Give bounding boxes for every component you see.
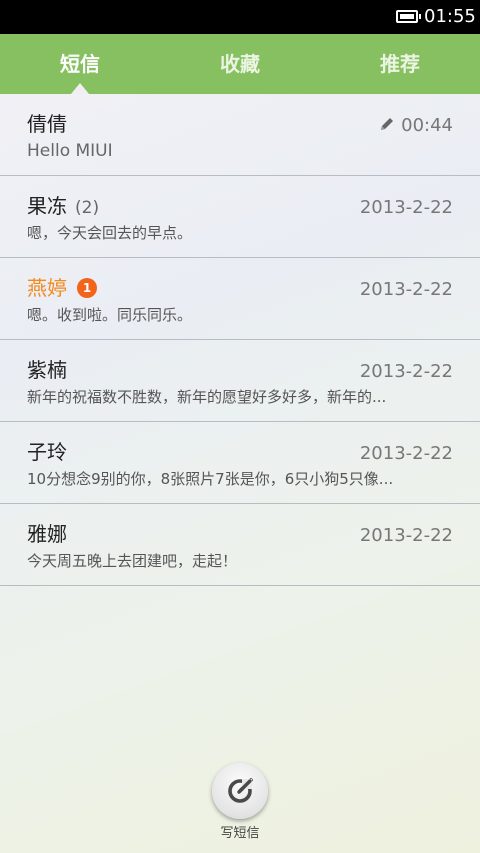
message-date: 2013-2-22: [359, 279, 453, 300]
unread-badge: 1: [77, 278, 97, 298]
compose-icon: [228, 778, 253, 803]
status-clock: 01:55: [424, 6, 476, 27]
contact-name: 雅娜: [27, 522, 67, 546]
message-date: 2013-2-22: [359, 197, 453, 218]
message-date: 00:44: [379, 114, 453, 138]
message-preview: 今天周五晚上去团建吧，走起！: [27, 552, 238, 570]
message-list: 倩倩 00:44 Hello MIUI 果冻 (2) 2013-2-22 嗯，今天…: [0, 94, 480, 586]
message-preview: 新年的祝福数不胜数，新年的愿望好多好多，新年的...: [27, 388, 387, 406]
message-row[interactable]: 果冻 (2) 2013-2-22 嗯，今天会回去的早点。: [0, 176, 480, 258]
message-row[interactable]: 燕婷 1 2013-2-22 嗯。收到啦。同乐同乐。: [0, 258, 480, 340]
battery-icon: [396, 10, 421, 23]
thread-count: (2): [75, 198, 100, 218]
message-preview: 嗯。收到啦。同乐同乐。: [27, 306, 193, 324]
message-date: 2013-2-22: [359, 443, 453, 464]
message-date: 2013-2-22: [359, 361, 453, 382]
contact-name: 燕婷 1: [27, 275, 97, 301]
compose-label: 写短信: [220, 826, 260, 841]
tab-favorites[interactable]: 收藏: [160, 34, 320, 94]
compose-button[interactable]: [212, 763, 268, 819]
contact-name: 果冻 (2): [27, 194, 100, 218]
message-row[interactable]: 雅娜 2013-2-22 今天周五晚上去团建吧，走起！: [0, 504, 480, 586]
message-preview: 嗯，今天会回去的早点。: [27, 224, 193, 242]
message-date: 2013-2-22: [359, 525, 453, 546]
contact-name: 子玲: [27, 440, 67, 464]
message-row[interactable]: 子玲 2013-2-22 10分想念9别的你，8张照片7张是你，6只小狗5只像.…: [0, 422, 480, 504]
message-preview: 10分想念9别的你，8张照片7张是你，6只小狗5只像...: [27, 470, 394, 488]
sms-app-screen: 01:55 短信 收藏 推荐 倩倩 00:44 Hello MIUI 果冻 (2)…: [0, 0, 480, 853]
active-tab-indicator: [71, 83, 89, 94]
contact-name: 紫楠: [27, 358, 67, 382]
pencil-icon: [381, 118, 394, 130]
message-preview: Hello MIUI: [27, 141, 113, 161]
message-row[interactable]: 紫楠 2013-2-22 新年的祝福数不胜数，新年的愿望好多好多，新年的...: [0, 340, 480, 422]
status-bar: 01:55: [0, 0, 480, 34]
contact-name: 倩倩: [27, 112, 67, 136]
message-row[interactable]: 倩倩 00:44 Hello MIUI: [0, 94, 480, 176]
tab-recommended[interactable]: 推荐: [320, 34, 480, 94]
